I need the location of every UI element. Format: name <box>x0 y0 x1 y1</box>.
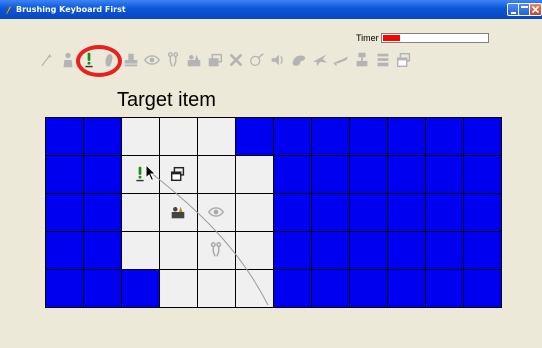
window-title: Brushing Keyboard First <box>16 5 126 14</box>
pen-icon[interactable] <box>331 50 351 70</box>
grid-cell[interactable] <box>312 270 349 307</box>
grid-cell[interactable] <box>388 156 425 193</box>
grid-cell[interactable] <box>84 118 121 155</box>
grid-cell[interactable] <box>274 118 311 155</box>
grid-cell[interactable] <box>464 232 501 269</box>
grid-cell[interactable] <box>84 194 121 231</box>
grid-cell[interactable] <box>122 118 159 155</box>
grid-cell[interactable] <box>350 118 387 155</box>
grid-cell[interactable] <box>312 118 349 155</box>
minimize-icon <box>511 12 516 14</box>
palette-icon[interactable] <box>289 50 309 70</box>
lamp-icon[interactable] <box>352 50 372 70</box>
timer-fill <box>383 35 400 41</box>
grid-cell[interactable] <box>122 194 159 231</box>
grid-cell[interactable] <box>274 156 311 193</box>
grid-cell[interactable] <box>236 232 273 269</box>
eye-icon[interactable] <box>197 193 235 231</box>
wand-icon[interactable] <box>37 50 57 70</box>
app-icon <box>4 4 14 15</box>
grid-cell[interactable] <box>464 156 501 193</box>
grid-cell[interactable] <box>426 194 463 231</box>
brush-icon[interactable] <box>247 50 267 70</box>
grid-cell[interactable] <box>388 270 425 307</box>
grid-cell[interactable] <box>84 270 121 307</box>
grid-cell[interactable] <box>464 118 501 155</box>
grid-cell[interactable] <box>198 270 235 307</box>
speaker-icon[interactable] <box>268 50 288 70</box>
stamp-icon[interactable] <box>121 50 141 70</box>
windows-icon[interactable] <box>394 50 414 70</box>
grid-cell[interactable] <box>122 270 159 307</box>
grid-cell[interactable] <box>350 232 387 269</box>
grid-cell[interactable] <box>160 270 197 307</box>
item-grid <box>45 117 502 308</box>
grid-cell[interactable] <box>236 156 273 193</box>
figure-icon[interactable] <box>197 231 235 269</box>
grid-cell[interactable] <box>312 156 349 193</box>
grid-cell[interactable] <box>46 270 83 307</box>
grid-cell[interactable] <box>46 118 83 155</box>
grid-cell[interactable] <box>84 156 121 193</box>
close-icon <box>531 5 540 14</box>
grid-cell[interactable] <box>350 194 387 231</box>
grid-cell[interactable] <box>274 270 311 307</box>
grid-cell[interactable] <box>274 194 311 231</box>
grid-cell[interactable] <box>160 232 197 269</box>
person-icon[interactable] <box>58 50 78 70</box>
grid-cell[interactable] <box>46 232 83 269</box>
grid-cell[interactable] <box>84 232 121 269</box>
grid-cell[interactable] <box>274 232 311 269</box>
figure-icon[interactable] <box>163 50 183 70</box>
grid-cell[interactable] <box>160 118 197 155</box>
mouse-cursor <box>145 163 157 186</box>
grid-cell[interactable] <box>236 194 273 231</box>
title-bar[interactable]: Brushing Keyboard First <box>0 0 542 19</box>
scene-icon[interactable] <box>184 50 204 70</box>
grid-cell[interactable] <box>46 156 83 193</box>
grid-cell[interactable] <box>388 194 425 231</box>
app-window: Brushing Keyboard First Timer Target ite… <box>0 0 542 348</box>
timer-bar <box>381 33 489 43</box>
pages-icon[interactable] <box>205 50 225 70</box>
grid-cell[interactable] <box>198 118 235 155</box>
close-button[interactable] <box>529 3 542 16</box>
grid-cell[interactable] <box>426 232 463 269</box>
timer-label: Timer <box>356 33 379 43</box>
grid-cell[interactable] <box>350 270 387 307</box>
grid-cell[interactable] <box>122 232 159 269</box>
x-icon[interactable] <box>226 50 246 70</box>
eye-icon[interactable] <box>142 50 162 70</box>
grid-cell[interactable] <box>464 270 501 307</box>
grid-cell[interactable] <box>236 118 273 155</box>
target-label: Target item <box>117 89 216 111</box>
grid-cell[interactable] <box>388 232 425 269</box>
grid-cell[interactable] <box>350 156 387 193</box>
grid-cell[interactable] <box>198 156 235 193</box>
grid-cell[interactable] <box>312 232 349 269</box>
grid-cell[interactable] <box>426 270 463 307</box>
maximize-icon <box>521 6 528 8</box>
grid-cell[interactable] <box>464 194 501 231</box>
stack-icon[interactable] <box>373 50 393 70</box>
grid-cell[interactable] <box>426 118 463 155</box>
plane-icon[interactable] <box>310 50 330 70</box>
grid-cell[interactable] <box>388 118 425 155</box>
grid-cell[interactable] <box>426 156 463 193</box>
target-highlight-ring <box>76 45 122 77</box>
grid-cell[interactable] <box>236 270 273 307</box>
grid-cell[interactable] <box>46 194 83 231</box>
scene-icon[interactable] <box>159 193 197 231</box>
grid-cell[interactable] <box>312 194 349 231</box>
windows-icon[interactable] <box>159 155 197 193</box>
